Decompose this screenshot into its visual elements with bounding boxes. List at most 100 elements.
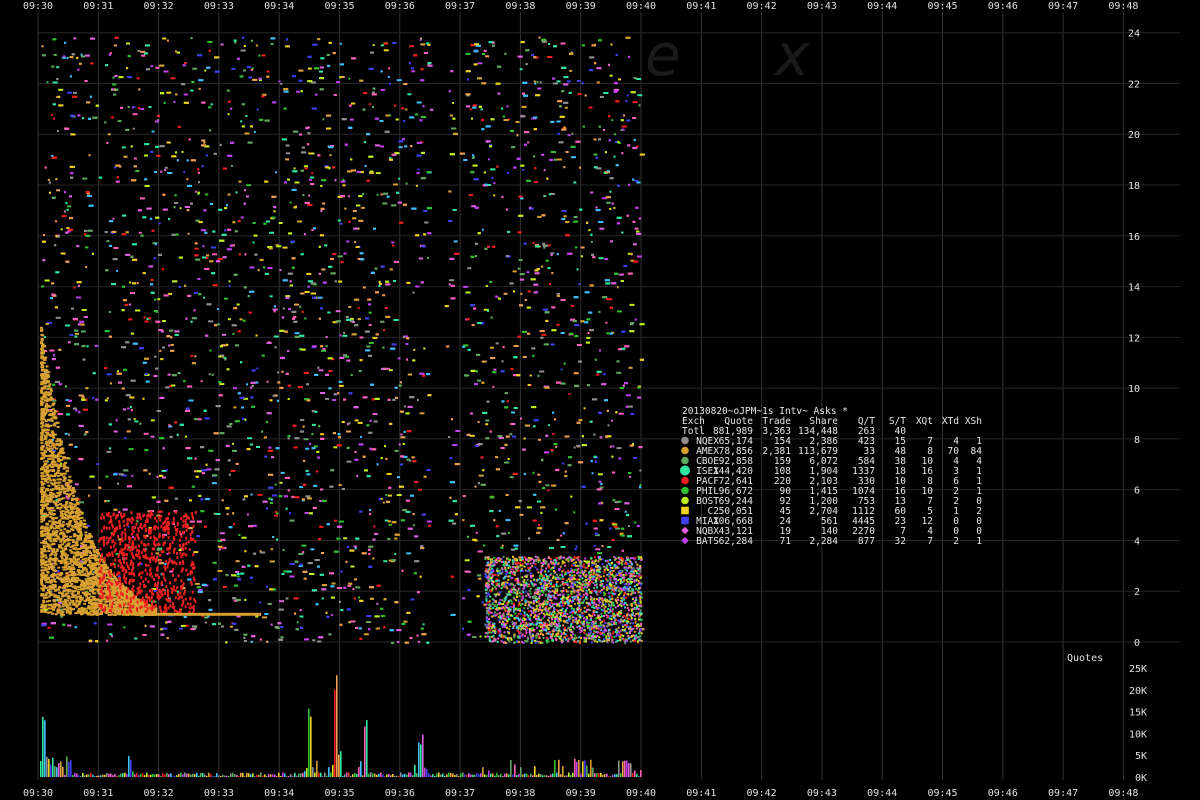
quote-point (638, 446, 643, 449)
quote-point (44, 166, 47, 169)
quote-point (333, 94, 337, 96)
quote-point (428, 524, 432, 527)
quote-point (399, 410, 404, 413)
quote-point (170, 77, 176, 80)
quote-point (65, 404, 70, 407)
quote-point (474, 485, 477, 488)
quote-point (279, 269, 282, 271)
quote-point (383, 49, 389, 52)
quote-point (470, 304, 475, 307)
quote-point (225, 574, 229, 577)
quote-point (373, 525, 376, 528)
quote-point (599, 96, 604, 98)
quote-point (591, 472, 594, 475)
quote-point (369, 447, 372, 450)
quote-point (470, 524, 475, 527)
quote-point (485, 419, 490, 422)
quote-point (289, 575, 295, 578)
quote-point (516, 134, 519, 137)
quote-point (41, 45, 44, 48)
quote-point (365, 317, 370, 320)
quote-point (533, 283, 539, 286)
quote-point (347, 545, 349, 548)
quote-point (466, 535, 469, 538)
quote-point (274, 394, 277, 397)
quote-point (412, 359, 416, 362)
quote-point (483, 49, 487, 52)
quote-point (598, 125, 601, 128)
quote-point (401, 138, 405, 141)
quote-point (625, 405, 628, 408)
quote-point (128, 303, 131, 306)
quote-point (298, 69, 304, 72)
quote-point (116, 370, 119, 373)
quote-point (340, 261, 344, 264)
quote-point (340, 180, 346, 183)
quote-point (162, 320, 166, 322)
quote-point (300, 292, 305, 295)
quote-point (88, 494, 91, 497)
chart-canvas: ex 09:3009:3009:3109:3109:3209:3209:3309… (23, 1, 1180, 799)
quote-point (359, 510, 363, 513)
quote-point (279, 481, 283, 484)
quote-point (358, 195, 363, 198)
quote-point (510, 423, 516, 425)
quote-point (138, 231, 142, 234)
quote-point (325, 336, 328, 338)
quote-point (228, 473, 231, 476)
quote-point (406, 430, 412, 433)
quote-point (613, 90, 618, 93)
quote-point (284, 330, 288, 333)
quote-point (201, 101, 206, 104)
quote-point (61, 215, 67, 218)
quote-point (161, 268, 164, 271)
quote-point (332, 166, 336, 169)
quote-point (130, 255, 134, 258)
quote-point (467, 620, 472, 623)
quote-point (121, 346, 127, 349)
quote-point (222, 333, 226, 336)
quote-point (394, 386, 398, 389)
quote-point (164, 166, 168, 169)
quote-point (587, 332, 590, 334)
quote-point (185, 624, 189, 627)
quote-point (106, 397, 109, 400)
quote-point (104, 330, 110, 333)
quote-point (170, 344, 174, 346)
quote-point (596, 81, 600, 84)
quote-point (380, 89, 385, 91)
quote-point (560, 42, 566, 45)
quote-point (233, 307, 238, 310)
quote-point (623, 114, 625, 117)
quote-point (464, 570, 469, 573)
quote-point (272, 536, 275, 538)
quote-point (564, 435, 570, 438)
quote-point (192, 67, 198, 70)
quote-point (144, 320, 149, 323)
quote-point (628, 183, 631, 186)
quote-point (76, 296, 82, 299)
quote-point (472, 636, 477, 638)
quote-point (193, 551, 199, 554)
quote-point (95, 104, 99, 107)
quote-point (399, 381, 402, 384)
quote-point (544, 386, 550, 389)
quote-point (585, 522, 588, 525)
quote-point (109, 633, 113, 636)
quote-point (234, 420, 240, 423)
quote-point (105, 475, 109, 478)
quote-point (468, 194, 473, 197)
quote-point (221, 499, 224, 502)
quote-point (366, 475, 371, 478)
quote-point (524, 143, 527, 146)
quote-point (228, 526, 233, 529)
quote-point (407, 405, 413, 408)
quote-point (487, 245, 490, 248)
quote-point (571, 132, 574, 135)
quote-point (226, 343, 229, 346)
quote-point (250, 640, 253, 643)
quote-point (311, 171, 314, 174)
quote-point (333, 550, 339, 553)
quote-point (376, 602, 379, 605)
quote-point (380, 193, 383, 196)
